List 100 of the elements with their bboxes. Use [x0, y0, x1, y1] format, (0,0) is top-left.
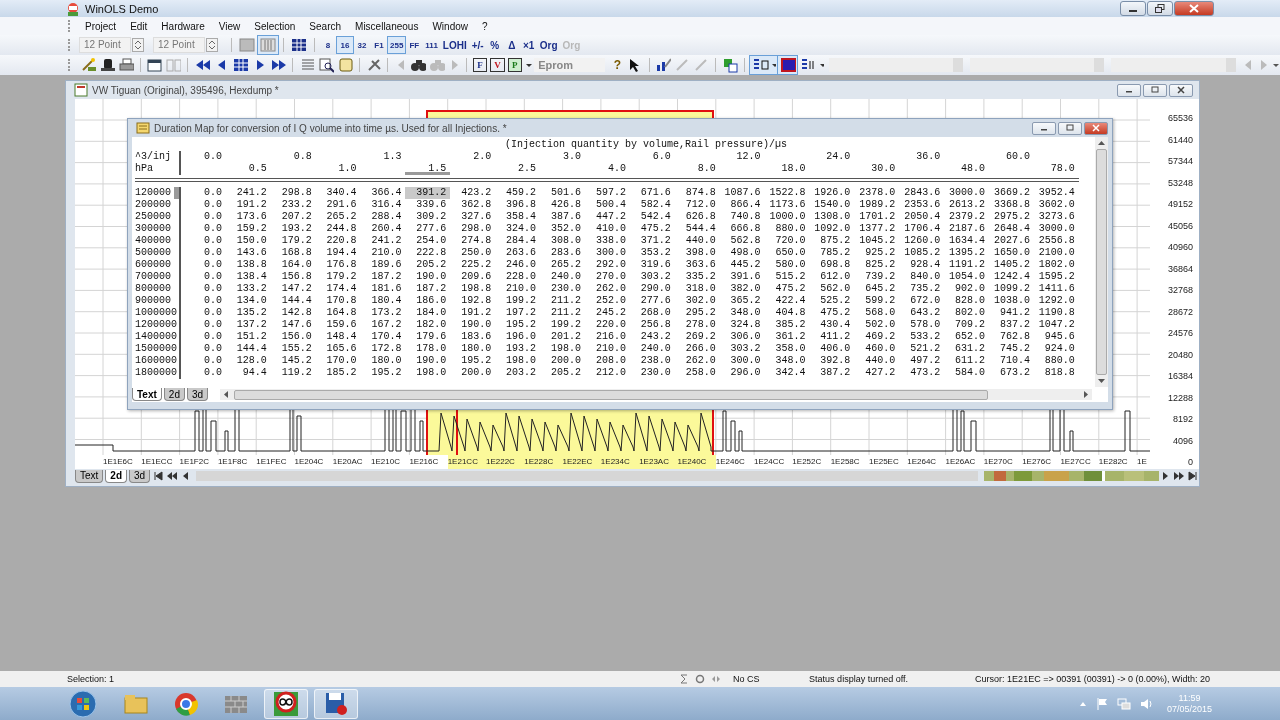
- table-cell[interactable]: 666.8: [719, 223, 765, 235]
- menu-item[interactable]: Window: [425, 20, 475, 32]
- table-cell[interactable]: 1242.4: [989, 271, 1034, 283]
- table-cell[interactable]: 645.2: [854, 283, 900, 295]
- row-header[interactable]: 300000: [135, 223, 181, 235]
- table-cell[interactable]: 866.4: [719, 199, 765, 211]
- grid-icon[interactable]: [289, 36, 309, 54]
- column-header[interactable]: 0.5: [225, 163, 271, 175]
- view-tab[interactable]: 3d: [186, 388, 209, 401]
- table-cell[interactable]: 144.4: [270, 295, 316, 307]
- table-cell[interactable]: 3669.2: [989, 187, 1034, 199]
- table-cell[interactable]: 143.6: [225, 247, 271, 259]
- table-cell[interactable]: 318.0: [674, 283, 720, 295]
- window-icon[interactable]: [145, 56, 164, 74]
- table-cell[interactable]: 240.0: [629, 343, 675, 355]
- table-cell[interactable]: 1595.2: [1033, 271, 1079, 283]
- table-cell[interactable]: 183.6: [450, 331, 496, 343]
- table-cell[interactable]: 212.0: [585, 367, 630, 379]
- table-cell[interactable]: 3602.0: [1033, 199, 1079, 211]
- table-cell[interactable]: 363.6: [674, 259, 720, 271]
- table-cell[interactable]: 358.0: [764, 343, 810, 355]
- table-cell[interactable]: 210.0: [495, 283, 541, 295]
- table-cell[interactable]: 1092.0: [809, 223, 855, 235]
- mode-button[interactable]: V: [490, 58, 505, 72]
- table-cell[interactable]: 762.8: [989, 331, 1034, 343]
- table-cell[interactable]: 1377.2: [854, 223, 900, 235]
- column-header[interactable]: 12.0: [719, 151, 765, 163]
- table-cell[interactable]: 502.0: [854, 319, 900, 331]
- table-cell[interactable]: 698.8: [809, 259, 855, 271]
- close-button[interactable]: [1169, 83, 1193, 97]
- table-cell[interactable]: 238.0: [629, 355, 675, 367]
- columns-icon[interactable]: [749, 56, 777, 74]
- table-cell[interactable]: 199.2: [540, 319, 585, 331]
- table-cell[interactable]: 562.8: [719, 235, 765, 247]
- table-cell[interactable]: 135.2: [225, 307, 271, 319]
- table-cell[interactable]: 460.0: [854, 343, 900, 355]
- table-cell[interactable]: 342.4: [764, 367, 810, 379]
- table-cell[interactable]: 187.2: [360, 271, 406, 283]
- table-cell[interactable]: 339.6: [405, 199, 451, 211]
- table-cell[interactable]: 220.0: [585, 319, 630, 331]
- table-cell[interactable]: 246.0: [495, 259, 541, 271]
- table-cell[interactable]: 1522.8: [764, 187, 810, 199]
- grid-icon[interactable]: [231, 56, 250, 74]
- table-cell[interactable]: 391.2: [405, 187, 451, 199]
- column-header[interactable]: 30.0: [854, 163, 900, 175]
- table-cell[interactable]: 265.2: [315, 211, 361, 223]
- table-cell[interactable]: 475.2: [809, 307, 855, 319]
- table-cell[interactable]: 148.4: [315, 331, 361, 343]
- table-cell[interactable]: 2648.4: [989, 223, 1034, 235]
- menu-item[interactable]: Miscellaneous: [348, 20, 426, 32]
- table-cell[interactable]: 837.2: [989, 319, 1034, 331]
- view-button[interactable]: 32: [354, 37, 370, 53]
- view-tab[interactable]: 2d: [163, 388, 185, 401]
- table-cell[interactable]: 256.8: [629, 319, 675, 331]
- table-cell[interactable]: 290.0: [629, 283, 675, 295]
- table-cell[interactable]: 366.4: [360, 187, 406, 199]
- table-cell[interactable]: 875.2: [809, 235, 855, 247]
- table-cell[interactable]: 440.0: [674, 235, 720, 247]
- table-cell[interactable]: 1802.0: [1033, 259, 1079, 271]
- table-cell[interactable]: 167.2: [360, 319, 406, 331]
- table-cell[interactable]: 142.8: [270, 307, 316, 319]
- table-cell[interactable]: 0.0: [181, 211, 226, 223]
- column-header[interactable]: 36.0: [899, 151, 945, 163]
- table-cell[interactable]: 406.0: [809, 343, 855, 355]
- table-cell[interactable]: 327.6: [450, 211, 496, 223]
- table-cell[interactable]: 316.4: [360, 199, 406, 211]
- table-cell[interactable]: 525.2: [809, 295, 855, 307]
- table-cell[interactable]: 582.4: [629, 199, 675, 211]
- table-cell[interactable]: 1411.6: [1033, 283, 1079, 295]
- spinner-icon[interactable]: [206, 38, 218, 52]
- row-header[interactable]: 250000: [135, 211, 181, 223]
- table-cell[interactable]: 302.0: [674, 295, 720, 307]
- column-header[interactable]: 2.5: [495, 163, 541, 175]
- table-cell[interactable]: 241.2: [360, 235, 406, 247]
- table-cell[interactable]: 159.6: [315, 319, 361, 331]
- table-cell[interactable]: 387.2: [809, 367, 855, 379]
- table-cell[interactable]: 371.2: [629, 235, 675, 247]
- view-tab[interactable]: 3d: [129, 469, 151, 483]
- table-cell[interactable]: 147.6: [270, 319, 316, 331]
- table-cell[interactable]: 580.0: [764, 259, 810, 271]
- copy-icon[interactable]: [721, 56, 740, 74]
- table-cell[interactable]: 672.0: [899, 295, 945, 307]
- start-button[interactable]: [66, 688, 100, 719]
- table-cell[interactable]: 2050.4: [899, 211, 945, 223]
- tool-button[interactable]: +/-: [469, 37, 486, 53]
- table-cell[interactable]: 179.2: [270, 235, 316, 247]
- view-button[interactable]: 111: [423, 37, 440, 53]
- table-cell[interactable]: 0.0: [181, 199, 226, 211]
- row-header[interactable]: 200000: [135, 199, 181, 211]
- table-cell[interactable]: 902.0: [944, 283, 990, 295]
- font-size-field[interactable]: 12 Point: [79, 37, 131, 53]
- table-cell[interactable]: 298.8: [270, 187, 316, 199]
- table-cell[interactable]: 925.2: [854, 247, 900, 259]
- table-cell[interactable]: 0.0: [181, 343, 226, 355]
- table-cell[interactable]: 201.2: [540, 331, 585, 343]
- table-cell[interactable]: 190.0: [405, 271, 451, 283]
- row-header[interactable]: 800000: [135, 283, 181, 295]
- table-cell[interactable]: 170.4: [360, 331, 406, 343]
- table-cell[interactable]: 180.0: [360, 355, 406, 367]
- column-header[interactable]: 4.0: [585, 163, 630, 175]
